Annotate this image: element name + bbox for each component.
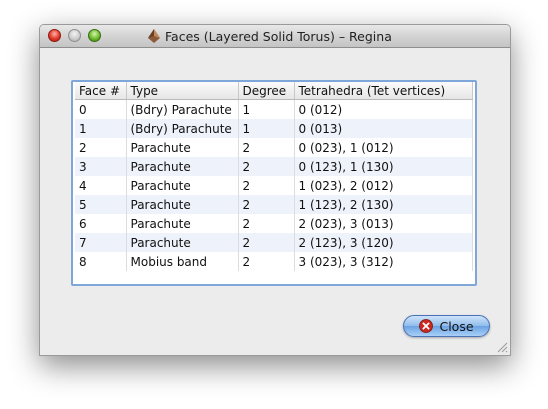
type-cell: Parachute — [126, 233, 239, 252]
face-number-cell: 1 — [75, 119, 127, 138]
face-number-cell: 6 — [75, 214, 127, 233]
title-bar[interactable]: Faces (Layered Solid Torus) – Regina — [40, 25, 510, 48]
table-row[interactable]: 8 Mobius band 2 3 (023), 3 (312) — [75, 252, 473, 271]
column-header-degree[interactable]: Degree — [238, 82, 295, 100]
type-cell: Parachute — [126, 157, 239, 176]
tetrahedra-cell: 1 (123), 2 (130) — [294, 195, 473, 214]
face-number-cell: 4 — [75, 176, 127, 195]
type-cell: Parachute — [126, 214, 239, 233]
tetrahedra-cell: 1 (023), 2 (012) — [294, 176, 473, 195]
tetrahedra-cell: 2 (023), 3 (013) — [294, 214, 473, 233]
degree-cell: 2 — [238, 195, 295, 214]
face-number-cell: 7 — [75, 233, 127, 252]
degree-cell: 2 — [238, 214, 295, 233]
window-minimize-button[interactable] — [68, 29, 81, 42]
window-close-button[interactable] — [48, 29, 61, 42]
tetrahedra-cell: 0 (013) — [294, 119, 473, 138]
type-cell: Mobius band — [126, 252, 239, 271]
face-number-cell: 8 — [75, 252, 127, 271]
type-cell: Parachute — [126, 176, 239, 195]
faces-table-frame: Face # Type Degree Tetrahedra (Tet verti… — [71, 80, 477, 286]
table-row[interactable]: 4 Parachute 2 1 (023), 2 (012) — [75, 176, 473, 195]
table-row[interactable]: 6 Parachute 2 2 (023), 3 (013) — [75, 214, 473, 233]
degree-cell: 1 — [238, 99, 295, 119]
faces-table[interactable]: Face # Type Degree Tetrahedra (Tet verti… — [75, 82, 473, 271]
title-group: Faces (Layered Solid Torus) – Regina — [148, 28, 392, 44]
degree-cell: 1 — [238, 119, 295, 138]
tetrahedra-cell: 0 (012) — [294, 99, 473, 119]
resize-grip-icon[interactable] — [497, 342, 508, 353]
regina-app-icon — [148, 29, 160, 43]
degree-cell: 2 — [238, 233, 295, 252]
window-zoom-button[interactable] — [88, 29, 101, 42]
type-cell: Parachute — [126, 138, 239, 157]
degree-cell: 2 — [238, 138, 295, 157]
table-row[interactable]: 0 (Bdry) Parachute 1 0 (012) — [75, 99, 473, 119]
type-cell: (Bdry) Parachute — [126, 99, 239, 119]
table-header-row: Face # Type Degree Tetrahedra (Tet verti… — [75, 82, 473, 100]
column-header-tetrahedra[interactable]: Tetrahedra (Tet vertices) — [294, 82, 473, 100]
face-number-cell: 0 — [75, 99, 127, 119]
tetrahedra-cell: 0 (123), 1 (130) — [294, 157, 473, 176]
face-number-cell: 3 — [75, 157, 127, 176]
window-title: Faces (Layered Solid Torus) – Regina — [165, 28, 392, 44]
column-header-face-number[interactable]: Face # — [75, 82, 127, 100]
table-row[interactable]: 2 Parachute 2 0 (023), 1 (012) — [75, 138, 473, 157]
table-row[interactable]: 5 Parachute 2 1 (123), 2 (130) — [75, 195, 473, 214]
table-row[interactable]: 1 (Bdry) Parachute 1 0 (013) — [75, 119, 473, 138]
close-icon — [419, 319, 434, 333]
face-number-cell: 5 — [75, 195, 127, 214]
degree-cell: 2 — [238, 176, 295, 195]
face-number-cell: 2 — [75, 138, 127, 157]
degree-cell: 2 — [238, 157, 295, 176]
type-cell: (Bdry) Parachute — [126, 119, 239, 138]
tetrahedra-cell: 0 (023), 1 (012) — [294, 138, 473, 157]
table-row[interactable]: 3 Parachute 2 0 (123), 1 (130) — [75, 157, 473, 176]
faces-window: Faces (Layered Solid Torus) – Regina Fac… — [39, 24, 511, 356]
table-row[interactable]: 7 Parachute 2 2 (123), 3 (120) — [75, 233, 473, 252]
degree-cell: 2 — [238, 252, 295, 271]
tetrahedra-cell: 2 (123), 3 (120) — [294, 233, 473, 252]
close-button[interactable]: Close — [403, 315, 490, 337]
close-button-label: Close — [439, 318, 474, 334]
type-cell: Parachute — [126, 195, 239, 214]
tetrahedra-cell: 3 (023), 3 (312) — [294, 252, 473, 271]
column-header-type[interactable]: Type — [126, 82, 239, 100]
